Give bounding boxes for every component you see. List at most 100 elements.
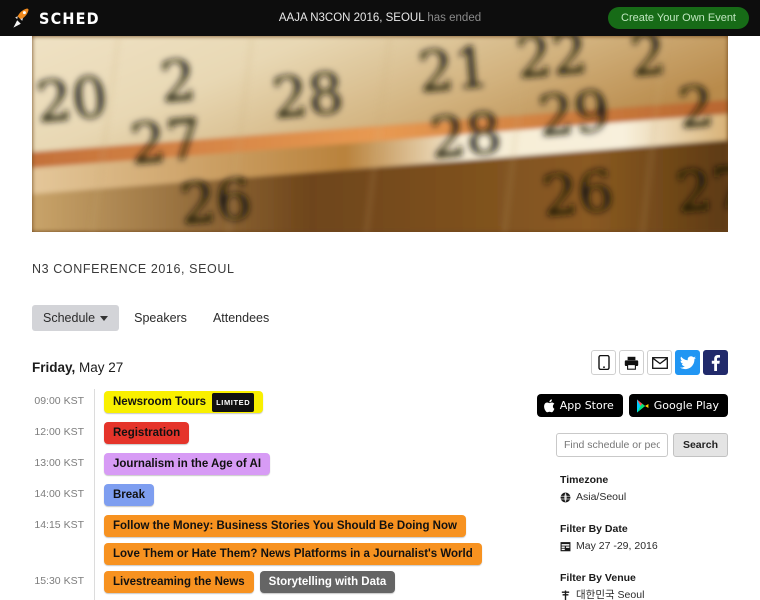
svg-text:26: 26 [540, 159, 617, 230]
app-store-buttons: App Store Google Play [536, 394, 728, 417]
row-events: Livestreaming the News Storytelling with… [94, 569, 532, 600]
calendar-icon [560, 542, 571, 552]
chevron-down-icon [100, 316, 109, 322]
twitter-icon [679, 355, 696, 369]
rocket-icon [13, 8, 29, 28]
svg-text:28: 28 [270, 61, 347, 132]
timezone-value-row[interactable]: Asia/Seoul [560, 489, 728, 506]
svg-text:21: 21 [416, 36, 493, 106]
twitter-share-button[interactable] [675, 350, 700, 375]
tab-schedule[interactable]: Schedule [32, 305, 120, 331]
google-play-button[interactable]: Google Play [628, 394, 728, 417]
share-buttons [560, 350, 728, 375]
event-status: has ended [427, 12, 482, 24]
schedule-row: 09:00 KST Newsroom Tours LIMITED [32, 389, 532, 420]
session-item[interactable]: Follow the Money: Business Stories You S… [104, 515, 466, 537]
timezone-value: Asia/Seoul [576, 491, 627, 503]
location-pin-icon [561, 590, 570, 600]
session-title: Registration [113, 426, 181, 439]
filter-by-venue-section: Filter By Venue 대한민국 Seoul [560, 572, 728, 600]
svg-text:26: 26 [178, 167, 255, 232]
email-icon [651, 356, 668, 369]
row-time: 09:00 KST [34, 395, 84, 407]
session-title: Newsroom Tours [113, 395, 207, 408]
tab-schedule-label: Schedule [43, 311, 96, 325]
day-weekday: Friday, [32, 360, 76, 375]
svg-text:2: 2 [676, 74, 717, 142]
sched-brand-logo[interactable]: SCHED [12, 7, 100, 29]
schedule-row: 12:00 KST Registration [32, 420, 532, 451]
app-store-button[interactable]: App Store [536, 394, 623, 417]
row-events: Newsroom Tours LIMITED [94, 389, 532, 420]
session-title: Livestreaming the News [113, 575, 245, 588]
email-share-button[interactable] [647, 350, 672, 375]
svg-text:27: 27 [674, 155, 728, 226]
timezone-section: Timezone Asia/Seoul [560, 474, 728, 506]
row-time: 12:00 KST [34, 426, 84, 438]
mobile-share-button[interactable] [591, 350, 616, 375]
apple-icon [543, 398, 555, 412]
session-item[interactable]: Storytelling with Data [259, 571, 396, 593]
search-button[interactable]: Search [672, 433, 728, 457]
filter-date-value-row[interactable]: May 27 -29, 2016 [560, 538, 728, 555]
session-item[interactable]: Newsroom Tours LIMITED [104, 391, 264, 413]
row-time: 13:00 KST [34, 457, 84, 469]
top-navigation-bar: SCHED AAJA N3CON 2016, SEOUL has ended C… [0, 0, 760, 36]
svg-text:2: 2 [158, 48, 199, 116]
filter-date-value: May 27 -29, 2016 [576, 540, 658, 552]
row-events: Registration [94, 420, 532, 451]
session-item[interactable]: Love Them or Hate Them? News Platforms i… [104, 543, 482, 565]
mobile-icon [597, 355, 610, 370]
session-item[interactable]: Registration [104, 422, 190, 444]
session-title: Storytelling with Data [268, 575, 387, 588]
session-item[interactable]: Livestreaming the News [104, 571, 254, 593]
day-date: May 27 [75, 360, 124, 375]
session-item[interactable]: Journalism in the Age of AI [104, 453, 271, 475]
filter-by-date-section: Filter By Date May 27 -29, 2016 [560, 523, 728, 555]
row-events: Journalism in the Age of AI [94, 451, 532, 482]
app-store-label: App Store [559, 399, 614, 412]
event-banner-image: 20 27 2 28 26 21 28 22 29 26 2 27 2 [32, 36, 728, 232]
svg-text:27: 27 [128, 107, 205, 178]
filter-venue-value: 대한민국 Seoul [576, 589, 645, 600]
filter-venue-value-row[interactable]: 대한민국 Seoul [560, 587, 728, 600]
row-time: 14:00 KST [34, 488, 84, 500]
row-events: Break [94, 482, 532, 513]
row-events: Follow the Money: Business Stories You S… [94, 513, 532, 569]
print-icon [624, 356, 639, 370]
session-item[interactable]: Break [104, 484, 154, 506]
calendar-photo: 20 27 2 28 26 21 28 22 29 26 2 27 2 [32, 36, 728, 232]
search-area: Search [555, 433, 728, 457]
facebook-icon [711, 354, 720, 371]
row-time: 14:15 KST [34, 519, 84, 531]
schedule-list: 09:00 KST Newsroom Tours LIMITED 12:00 K… [32, 389, 532, 600]
print-share-button[interactable] [619, 350, 644, 375]
banner-container: 20 27 2 28 26 21 28 22 29 26 2 27 2 [0, 36, 760, 232]
timezone-heading: Timezone [560, 474, 609, 486]
brand-name: SCHED [39, 8, 100, 28]
svg-text:29: 29 [536, 79, 613, 150]
filter-by-date-heading: Filter By Date [560, 523, 628, 535]
sidebar: App Store Google Play Search Timezone [536, 350, 728, 600]
svg-text:2: 2 [628, 36, 669, 90]
page-title: N3 CONFERENCE 2016, SEOUL [32, 262, 235, 276]
event-name: AAJA N3CON 2016, SEOUL [278, 12, 425, 24]
globe-icon [560, 492, 571, 503]
session-title: Follow the Money: Business Stories You S… [113, 519, 457, 532]
create-your-own-event-button[interactable]: Create Your Own Event [608, 7, 749, 29]
session-title: Love Them or Hate Them? News Platforms i… [113, 547, 473, 560]
google-play-icon [636, 399, 649, 412]
tab-speakers[interactable]: Speakers [123, 305, 198, 331]
limited-badge: LIMITED [212, 392, 255, 412]
session-title: Journalism in the Age of AI [113, 457, 262, 470]
row-time: 15:30 KST [34, 575, 84, 587]
schedule-row: 14:00 KST Break [32, 482, 532, 513]
google-play-label: Google Play [653, 399, 719, 412]
facebook-share-button[interactable] [703, 350, 728, 375]
tab-attendees[interactable]: Attendees [202, 305, 280, 331]
search-input[interactable] [555, 433, 668, 457]
session-title: Break [113, 488, 145, 501]
schedule-row: 13:00 KST Journalism in the Age of AI [32, 451, 532, 482]
svg-text:28: 28 [428, 101, 505, 172]
schedule-row: 14:15 KST Follow the Money: Business Sto… [32, 513, 532, 569]
